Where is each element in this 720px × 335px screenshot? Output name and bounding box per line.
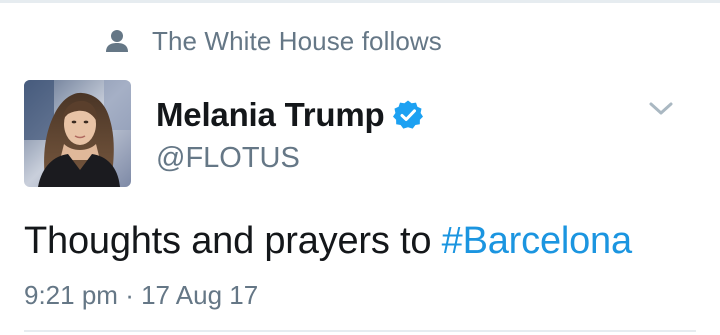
- avatar[interactable]: [24, 80, 131, 187]
- bottom-divider: [24, 330, 696, 332]
- author-handle[interactable]: @FLOTUS: [156, 142, 300, 175]
- chevron-down-icon[interactable]: [648, 98, 674, 120]
- person-icon: [106, 30, 128, 52]
- tweet-text: Thoughts and prayers to #Barcelona: [24, 220, 632, 263]
- top-divider: [0, 0, 720, 3]
- social-context[interactable]: The White House follows: [104, 26, 442, 56]
- tweet-timestamp[interactable]: 9:21 pm · 17 Aug 17: [24, 280, 258, 311]
- tweet-text-body: Thoughts and prayers to: [24, 220, 442, 262]
- social-context-text: The White House follows: [152, 25, 442, 56]
- tweet-detail-view: The White House follows Melania Trump @F…: [0, 0, 720, 335]
- timestamp-separator: ·: [125, 280, 134, 310]
- hashtag-link[interactable]: #Barcelona: [442, 220, 632, 262]
- display-name[interactable]: Melania Trump: [156, 96, 385, 134]
- profile-photo: [24, 80, 131, 187]
- author-row[interactable]: Melania Trump: [156, 96, 424, 134]
- tweet-time: 9:21 pm: [24, 280, 118, 310]
- verified-badge-icon: [393, 100, 424, 129]
- tweet-date: 17 Aug 17: [141, 280, 259, 310]
